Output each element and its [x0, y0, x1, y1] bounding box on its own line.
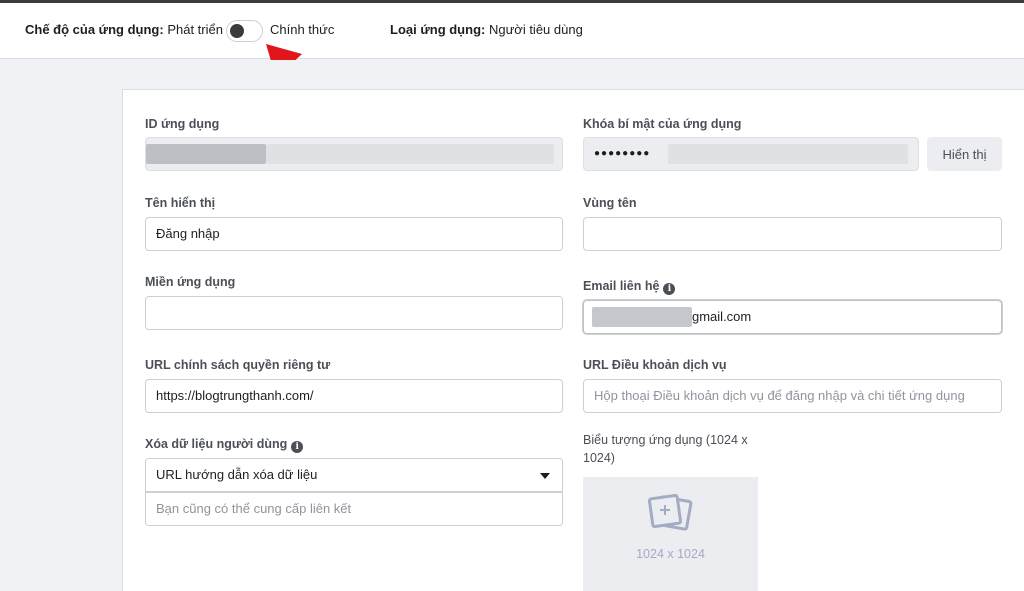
- contact-email-input[interactable]: gmail.com: [583, 300, 1002, 334]
- contact-email-field-label: Email liên hệ i: [583, 279, 676, 295]
- redacted-block: [668, 144, 908, 164]
- mode-dev-label: Phát triển: [167, 22, 223, 37]
- redacted-block: [146, 144, 266, 164]
- app-icon-label-line1: Biểu tượng ứng dụng (1024 x: [583, 433, 748, 447]
- display-name-label: Tên hiển thị: [145, 196, 216, 210]
- app-icon-label-line2: 1024): [583, 451, 615, 465]
- contact-email-value: gmail.com: [692, 309, 752, 324]
- data-deletion-selected: URL hướng dẫn xóa dữ liệu: [156, 467, 318, 482]
- app-mode-bar: Chế độ của ứng dụng: Phát triển Chính th…: [0, 3, 1024, 59]
- app-secret-label: Khóa bí mật của ứng dụng: [583, 117, 742, 131]
- app-secret-value: ●●●●●●●●: [594, 148, 651, 159]
- info-icon[interactable]: i: [663, 283, 676, 295]
- app-icon-upload[interactable]: 1024 x 1024: [583, 477, 758, 591]
- app-type-label: Loại ứng dụng:: [390, 22, 486, 37]
- display-name-input[interactable]: Đăng nhập: [145, 217, 563, 251]
- privacy-url-label: URL chính sách quyền riêng tư: [145, 358, 331, 372]
- app-id-field[interactable]: [145, 137, 563, 171]
- app-domains-input[interactable]: [145, 296, 563, 330]
- app-id-label: ID ứng dụng: [145, 117, 220, 131]
- mode-live-label: Chính thức: [270, 22, 335, 37]
- app-mode-field: Chế độ của ứng dụng: Phát triển: [25, 22, 223, 37]
- image-placeholder-icon: [647, 493, 693, 531]
- data-deletion-field-label: Xóa dữ liệu người dùng i: [145, 437, 304, 453]
- contact-email-label: Email liên hệ: [583, 279, 660, 293]
- app-icon-label: Biểu tượng ứng dụng (1024 x 1024): [583, 431, 748, 467]
- app-mode-toggle[interactable]: [226, 20, 263, 42]
- privacy-url-input[interactable]: https://blogtrungthanh.com/: [145, 379, 563, 413]
- terms-url-label: URL Điều khoản dịch vụ: [583, 358, 727, 372]
- app-secret-field[interactable]: ●●●●●●●●: [583, 137, 919, 171]
- toggle-knob: [230, 24, 244, 38]
- app-type-field: Loại ứng dụng: Người tiêu dùng: [390, 22, 583, 37]
- caret-down-icon: [540, 473, 550, 479]
- app-domains-label: Miền ứng dụng: [145, 275, 236, 289]
- data-deletion-url-input[interactable]: Bạn cũng có thể cung cấp liên kết: [145, 492, 563, 526]
- info-icon[interactable]: i: [291, 441, 304, 453]
- redacted-block: [592, 307, 692, 327]
- redacted-block: [266, 144, 554, 164]
- app-type-value: Người tiêu dùng: [488, 22, 583, 37]
- terms-url-input[interactable]: Hộp thoại Điều khoản dịch vụ để đăng nhậ…: [583, 379, 1002, 413]
- namespace-input[interactable]: [583, 217, 1002, 251]
- namespace-label: Vùng tên: [583, 196, 637, 210]
- show-secret-button[interactable]: Hiển thị: [927, 137, 1002, 171]
- data-deletion-label: Xóa dữ liệu người dùng: [145, 437, 288, 451]
- data-deletion-select[interactable]: URL hướng dẫn xóa dữ liệu: [145, 458, 563, 492]
- app-mode-label: Chế độ của ứng dụng:: [25, 22, 164, 37]
- icon-size-text: 1024 x 1024: [636, 547, 705, 561]
